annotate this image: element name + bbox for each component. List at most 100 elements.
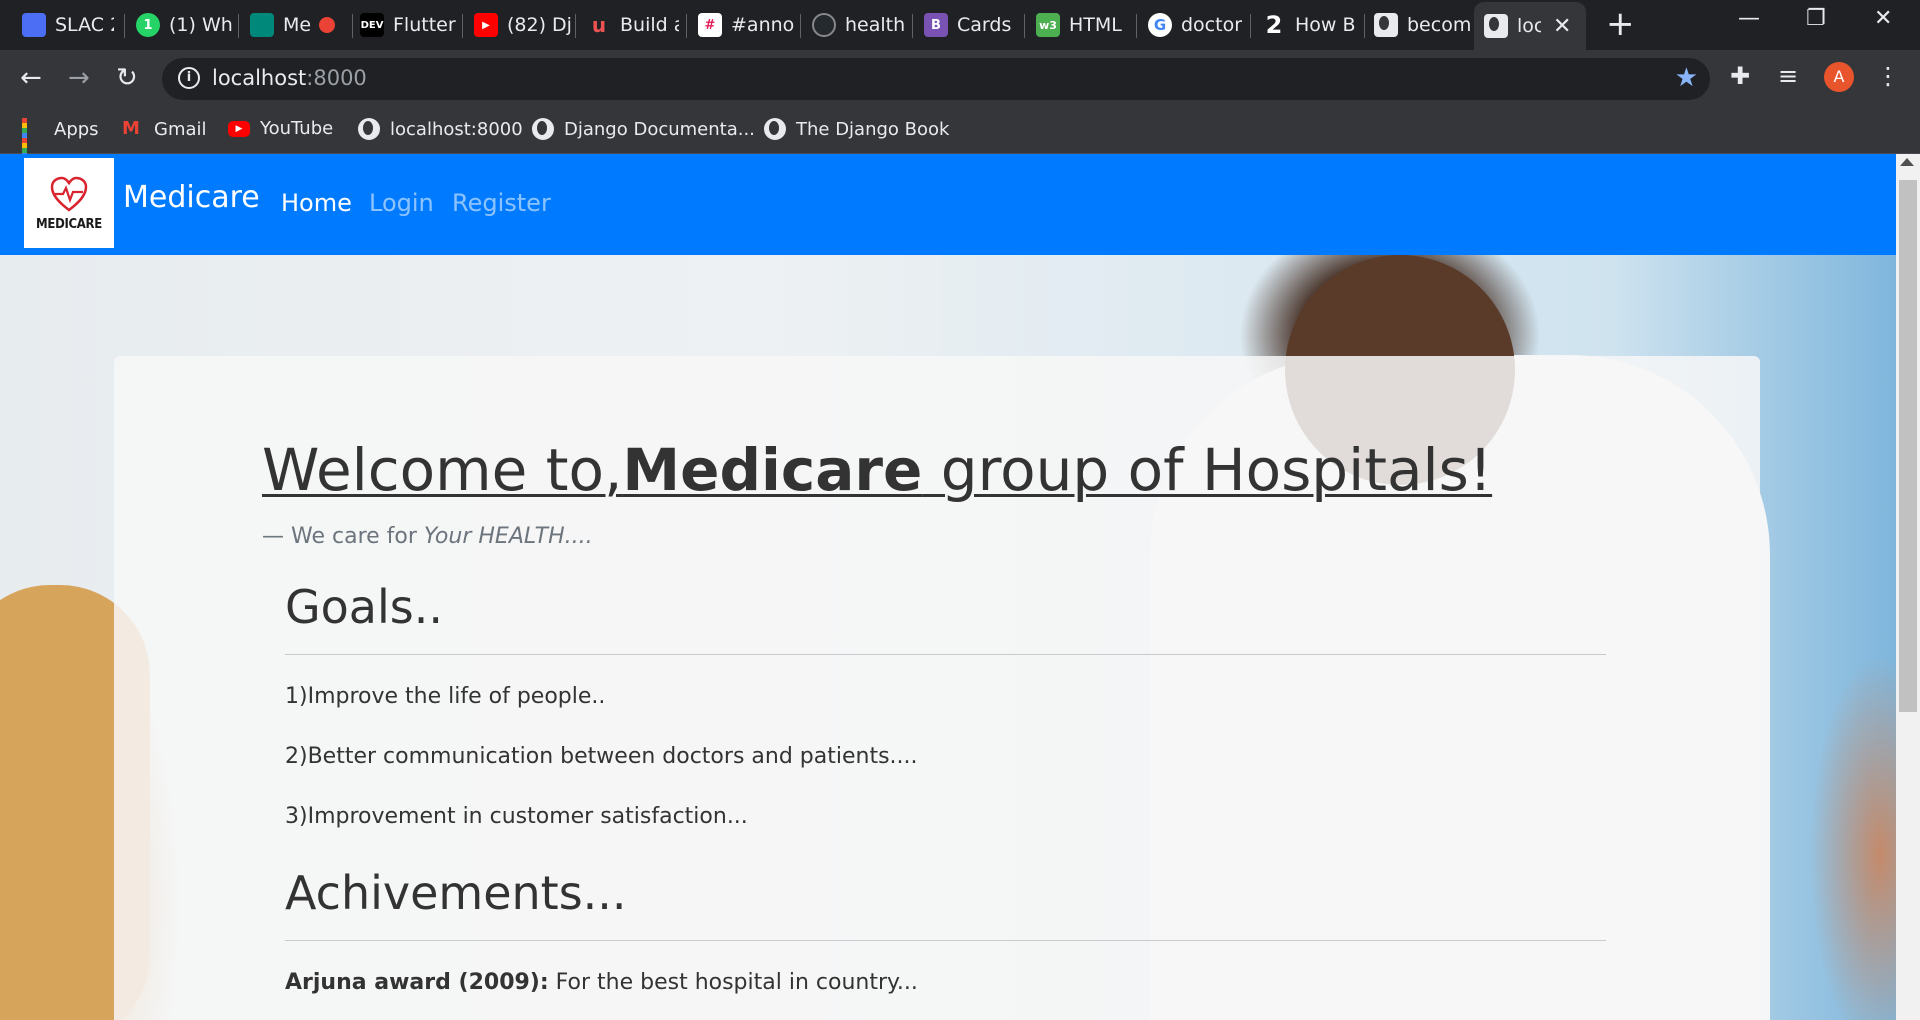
tab-separator — [352, 14, 353, 38]
scrollbar-thumb[interactable] — [1899, 180, 1917, 712]
globe-icon — [1484, 14, 1508, 38]
achievement-label: Arjuna award (2009): — [285, 970, 549, 995]
github-icon — [812, 13, 836, 37]
tab-github[interactable]: health — [812, 7, 912, 43]
gmail-icon: M — [122, 118, 140, 139]
restore-button[interactable]: ❐ — [1806, 6, 1826, 31]
bookmark-django-docs[interactable]: Django Documenta... — [532, 118, 755, 140]
jumbotron: Welcome to,Medicare group of Hospitals! … — [114, 356, 1760, 1020]
web-page: MEDICARE Medicare Home Login Register We… — [0, 154, 1896, 1020]
tab-separator — [686, 14, 687, 38]
tab-become[interactable]: becom — [1374, 7, 1474, 43]
quora-icon: 2 — [1265, 11, 1283, 39]
achievements-heading: Achivements... — [285, 866, 627, 920]
new-tab-button[interactable]: + — [1606, 6, 1635, 42]
goals-heading: Goals.. — [285, 580, 443, 634]
tab-whatsapp[interactable]: 1 (1) Wh — [136, 7, 236, 43]
tab-quora[interactable]: 2 How B — [1262, 7, 1362, 43]
recording-icon — [319, 17, 336, 33]
heart-pulse-icon — [50, 176, 88, 212]
bootstrap-icon: B — [924, 13, 948, 37]
tab-separator — [575, 14, 576, 38]
google-icon: G — [1148, 13, 1172, 37]
welcome-brand: Medicare — [622, 436, 923, 504]
doc-icon — [22, 13, 46, 37]
tab-cards[interactable]: B Cards — [924, 7, 1024, 43]
tab-separator — [1024, 14, 1025, 38]
site-info-icon[interactable]: i — [178, 67, 200, 89]
tab-meet[interactable]: Me — [250, 7, 350, 43]
welcome-prefix: Welcome to, — [262, 436, 623, 504]
tab-flutter[interactable]: DEV Flutter — [360, 7, 460, 43]
tab-strip: SLAC 2 1 (1) Wh Me DEV Flutter ▶ (82) Dj… — [0, 0, 1920, 50]
address-bar[interactable]: i localhost:8000 ★ — [162, 58, 1710, 100]
close-window-button[interactable]: ✕ — [1874, 6, 1892, 31]
goals-divider — [285, 654, 1606, 655]
tab-separator — [1250, 14, 1251, 38]
nav-register[interactable]: Register — [452, 189, 551, 217]
tab-slack[interactable]: # #anno — [698, 7, 798, 43]
bookmark-youtube[interactable]: ▶ YouTube — [228, 118, 333, 139]
tab-udemy[interactable]: u Build a — [587, 7, 679, 43]
profile-avatar[interactable]: A — [1824, 62, 1854, 92]
youtube-icon: ▶ — [474, 13, 498, 37]
menu-icon[interactable]: ⋮ — [1876, 62, 1900, 90]
navbar-brand[interactable]: Medicare — [123, 180, 260, 215]
achievements-divider — [285, 940, 1606, 941]
back-button[interactable]: ← — [20, 63, 42, 93]
bookmarks-bar: Apps M Gmail ▶ YouTube localhost:8000 Dj… — [0, 106, 1920, 163]
whatsapp-icon: 1 — [136, 13, 160, 37]
tagline-emphasis: Your HEALTH.... — [423, 524, 593, 549]
url-port: :8000 — [306, 66, 367, 90]
tab-separator — [462, 14, 463, 38]
bookmark-django-book[interactable]: The Django Book — [764, 118, 949, 140]
logo-text: MEDICARE — [36, 216, 102, 232]
tab-separator — [238, 14, 239, 38]
scroll-up-arrow-icon[interactable] — [1900, 158, 1914, 166]
achievement-text: For the best hospital in country... — [548, 970, 918, 995]
tab-localhost-active[interactable]: loc ✕ — [1474, 2, 1586, 50]
welcome-suffix: group of Hospitals! — [922, 436, 1493, 504]
url-text: localhost:8000 — [212, 66, 367, 90]
globe-icon — [358, 118, 380, 140]
achievement-item: Arjuna award (2009): For the best hospit… — [285, 970, 918, 995]
goal-item: 2)Better communication between doctors a… — [285, 744, 918, 769]
url-host: localhost — [212, 66, 307, 90]
tab-google-doctor[interactable]: G doctor — [1148, 7, 1248, 43]
media-control-icon[interactable]: ≡ — [1778, 62, 1798, 90]
bookmark-gmail[interactable]: M Gmail — [122, 118, 207, 140]
slack-icon: # — [698, 13, 722, 37]
site-navbar: MEDICARE Medicare Home Login Register — [0, 154, 1896, 255]
tab-separator — [124, 14, 125, 38]
goal-item: 3)Improvement in customer satisfaction..… — [285, 804, 748, 829]
bookmark-apps[interactable]: Apps — [22, 118, 99, 163]
tagline: — We care for Your HEALTH.... — [262, 524, 593, 549]
meet-icon — [250, 13, 274, 37]
tab-separator — [800, 14, 801, 38]
tab-separator — [1136, 14, 1137, 38]
globe-icon — [532, 118, 554, 140]
tagline-prefix: — We care for — [262, 524, 424, 549]
tab-youtube[interactable]: ▶ (82) Dj — [474, 7, 574, 43]
site-logo[interactable]: MEDICARE — [24, 158, 114, 248]
dev-icon: DEV — [360, 13, 384, 37]
udemy-icon: u — [591, 13, 607, 37]
globe-icon — [1374, 13, 1398, 37]
minimize-button[interactable]: — — [1738, 6, 1760, 31]
close-tab-icon[interactable]: ✕ — [1553, 14, 1571, 39]
reload-button[interactable]: ↻ — [116, 63, 138, 93]
w3schools-icon: w3 — [1036, 13, 1060, 37]
bookmark-localhost[interactable]: localhost:8000 — [358, 118, 523, 140]
nav-login[interactable]: Login — [369, 189, 434, 217]
tab-separator — [912, 14, 913, 38]
nav-home[interactable]: Home — [281, 189, 352, 217]
globe-icon — [764, 118, 786, 140]
welcome-heading: Welcome to,Medicare group of Hospitals! — [262, 436, 1492, 504]
youtube-icon: ▶ — [228, 120, 250, 137]
bookmark-star-icon[interactable]: ★ — [1675, 63, 1698, 93]
forward-button[interactable]: → — [68, 63, 90, 93]
tab-html[interactable]: w3 HTML — [1036, 7, 1136, 43]
tab-slac[interactable]: SLAC 2 — [22, 7, 114, 43]
extensions-icon[interactable]: ✚ — [1730, 62, 1750, 90]
apps-grid-icon — [22, 118, 44, 163]
